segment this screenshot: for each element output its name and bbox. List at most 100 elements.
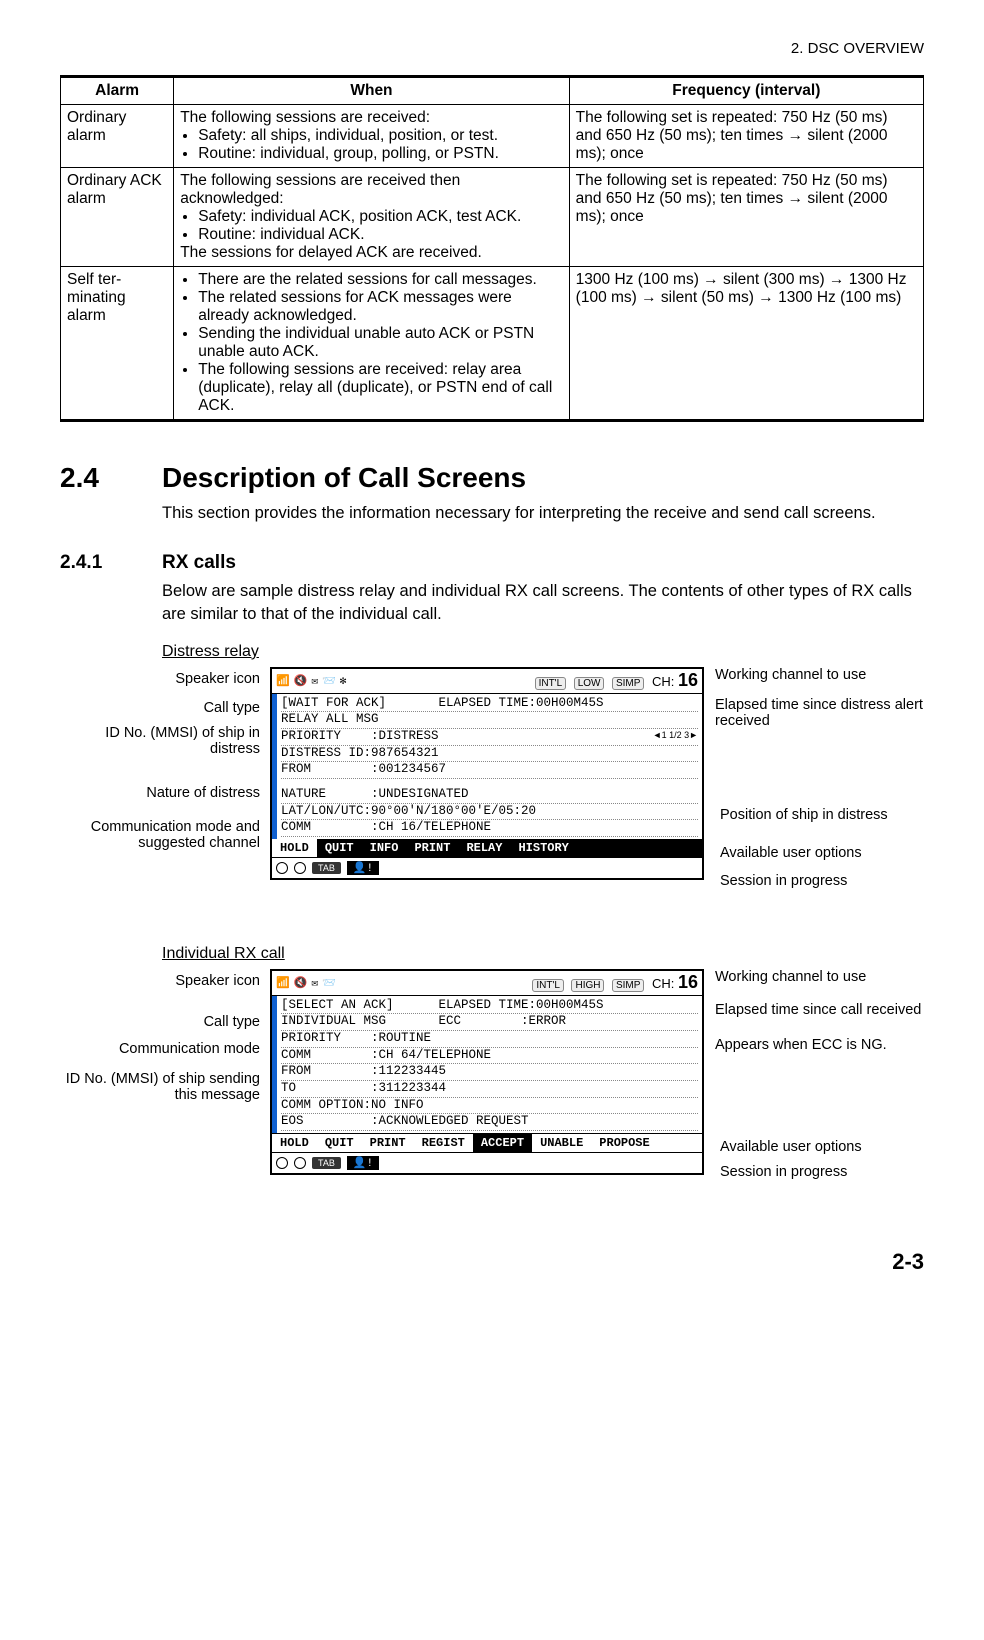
mail-open-icon: 📨: [322, 976, 336, 990]
subsection-intro: Below are sample distress relay and indi…: [162, 580, 924, 625]
figure-caption: Distress relay: [162, 643, 924, 661]
annot-opts: Available user options: [720, 845, 950, 862]
status-bar: 📶 🔇 ✉ 📨 ✻ INT'L LOW SIMP CH: 16: [272, 669, 702, 694]
annot-id: ID No. (MMSI) of ship sending this messa…: [60, 1071, 260, 1104]
knob-icon: [294, 862, 306, 874]
cell-alarm: Ordinary ACK alarm: [61, 168, 174, 267]
option-button[interactable]: HISTORY: [510, 839, 576, 857]
mail-icon: ✉: [311, 976, 318, 990]
line: INDIVIDUAL MSG ECC :ERROR: [281, 1014, 698, 1031]
badge: SIMP: [612, 677, 644, 690]
line: [WAIT FOR ACK] ELAPSED TIME:00H00M45S: [281, 696, 698, 713]
speaker-icon: 🔇: [294, 674, 308, 688]
option-button[interactable]: INFO: [362, 839, 407, 857]
option-button[interactable]: HOLD: [272, 1134, 317, 1152]
antenna-icon: 📶: [276, 674, 290, 688]
badge: INT'L: [535, 677, 567, 690]
speaker-icon: 🔇: [294, 976, 308, 990]
channel-label: CH: 16: [652, 976, 698, 991]
page-number: 2-3: [60, 1249, 924, 1275]
annot-calltype: Call type: [60, 700, 260, 717]
line: [SELECT AN ACK] ELAPSED TIME:00H00M45S: [281, 998, 698, 1015]
bullet: Sending the individual unable auto ACK o…: [198, 325, 562, 361]
option-button[interactable]: HOLD: [272, 839, 317, 857]
fan-icon: ✻: [340, 674, 347, 688]
screen-footer: TAB 👤!: [272, 1152, 702, 1173]
th-when: When: [174, 77, 569, 105]
option-button[interactable]: UNABLE: [532, 1134, 591, 1152]
knob-icon: [276, 862, 288, 874]
badge: LOW: [574, 677, 605, 690]
when-intro: The following sessions are received:: [180, 109, 562, 127]
bullet: Safety: individual ACK, position ACK, te…: [198, 208, 562, 226]
annot-speaker: Speaker icon: [60, 671, 260, 688]
option-button[interactable]: PRINT: [406, 839, 458, 857]
screen-content: [WAIT FOR ACK] ELAPSED TIME:00H00M45S RE…: [272, 694, 702, 839]
option-button[interactable]: REGIST: [414, 1134, 473, 1152]
annot-elapsed: Elapsed time since call received: [715, 1002, 945, 1019]
annot-ecc: Appears when ECC is NG.: [715, 1037, 945, 1054]
knob-icon: [276, 1157, 288, 1169]
figure-individual-rx: 📶 🔇 ✉ 📨 INT'L HIGH SIMP CH: 16 [SELECT A…: [60, 969, 924, 1219]
subsection-title: RX calls: [162, 552, 236, 574]
annot-calltype: Call type: [60, 1014, 260, 1031]
screen-device: 📶 🔇 ✉ 📨 ✻ INT'L LOW SIMP CH: 16 [WAIT FO…: [270, 667, 704, 880]
cell-when: The following sessions are received: Saf…: [174, 105, 569, 168]
status-bar: 📶 🔇 ✉ 📨 INT'L HIGH SIMP CH: 16: [272, 971, 702, 996]
line: RELAY ALL MSG: [281, 712, 698, 729]
option-button[interactable]: PROPOSE: [591, 1134, 657, 1152]
line: COMM :CH 64/TELEPHONE: [281, 1048, 698, 1065]
session-icon: 👤!: [347, 861, 379, 875]
cell-freq: The following set is repeated: 750 Hz (5…: [569, 105, 923, 168]
annot-sess: Session in progress: [720, 873, 950, 890]
option-button[interactable]: QUIT: [317, 839, 362, 857]
bullet: Routine: individual ACK.: [198, 226, 562, 244]
figure-caption: Individual RX call: [162, 945, 924, 963]
when-intro: The following sessions are received then…: [180, 172, 562, 208]
line: FROM :001234567: [281, 762, 698, 779]
screen-footer: TAB 👤!: [272, 857, 702, 878]
badge: HIGH: [571, 979, 604, 992]
line: TO :311223344: [281, 1081, 698, 1098]
badge: SIMP: [612, 979, 644, 992]
option-button[interactable]: RELAY: [458, 839, 510, 857]
screen-device: 📶 🔇 ✉ 📨 INT'L HIGH SIMP CH: 16 [SELECT A…: [270, 969, 704, 1175]
line: DISTRESS ID:987654321: [281, 746, 698, 763]
subsection-number: 2.4.1: [60, 552, 162, 574]
annot-pos: Position of ship in distress: [720, 807, 950, 824]
line: NATURE :UNDESIGNATED: [281, 787, 698, 804]
line: COMM :CH 16/TELEPHONE: [281, 820, 698, 837]
annot-comm: Communication mode: [60, 1041, 260, 1058]
line: [281, 779, 698, 787]
bullet: The following sessions are received: rel…: [198, 361, 562, 415]
line: LAT/LON/UTC:90°00'N/180°00'E/05:20: [281, 804, 698, 821]
bullet: There are the related sessions for call …: [198, 271, 562, 289]
section-intro: This section provides the information ne…: [162, 502, 924, 524]
cell-when: There are the related sessions for call …: [174, 267, 569, 421]
session-icon: 👤!: [347, 1156, 379, 1170]
option-button[interactable]: QUIT: [317, 1134, 362, 1152]
badge: INT'L: [532, 979, 564, 992]
tab-icon: TAB: [312, 1157, 341, 1169]
cell-alarm: Ordinary alarm: [61, 105, 174, 168]
mail-open-icon: 📨: [322, 674, 336, 688]
line: PRIORITY :ROUTINE: [281, 1031, 698, 1048]
option-button[interactable]: PRINT: [362, 1134, 414, 1152]
page-indicator: ◄1 1/2 3►: [653, 730, 698, 740]
cell-freq: 1300 Hz (100 ms) → silent (300 ms) → 130…: [569, 267, 923, 421]
bullet: The related sessions for ACK messages we…: [198, 289, 562, 325]
annot-workch: Working channel to use: [715, 667, 945, 684]
annot-speaker: Speaker icon: [60, 973, 260, 990]
knob-icon: [294, 1157, 306, 1169]
bullet: Safety: all ships, individual, position,…: [198, 127, 562, 145]
options-bar: HOLD QUIT PRINT REGIST ACCEPT UNABLE PRO…: [272, 1133, 702, 1152]
tab-icon: TAB: [312, 862, 341, 874]
mail-icon: ✉: [311, 674, 318, 688]
annot-comm: Communication mode and suggested channel: [60, 819, 260, 852]
annot-id: ID No. (MMSI) of ship in distress: [60, 725, 260, 758]
annot-nature: Nature of distress: [60, 785, 260, 802]
section-number: 2.4: [60, 462, 162, 494]
option-button[interactable]: ACCEPT: [473, 1134, 532, 1152]
when-outro: The sessions for delayed ACK are receive…: [180, 244, 562, 262]
annot-sess: Session in progress: [720, 1164, 950, 1181]
